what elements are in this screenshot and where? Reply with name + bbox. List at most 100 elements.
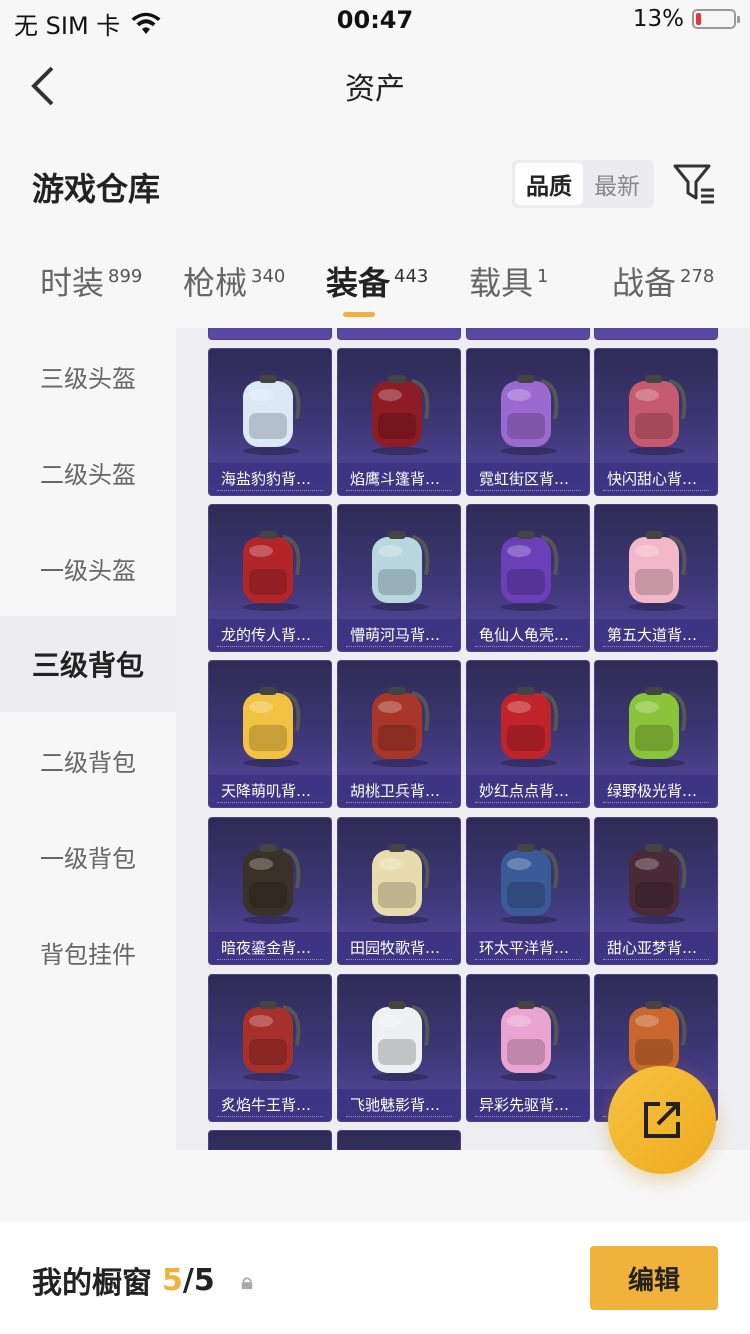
- item-card[interactable]: 炙焰牛王背…: [208, 974, 332, 1122]
- item-card-partial[interactable]: [208, 1130, 332, 1150]
- filter-button[interactable]: [672, 162, 716, 206]
- backpack-icon: [372, 375, 430, 455]
- backpack-icon: [629, 687, 687, 767]
- lock-icon: [241, 1277, 252, 1290]
- item-name: 炙焰牛王背…: [209, 1089, 331, 1121]
- edit-button[interactable]: 编辑: [590, 1246, 718, 1310]
- backpack-icon: [372, 687, 430, 767]
- battery-level: [696, 13, 701, 25]
- item-name: 绿野极光背…: [595, 775, 717, 807]
- tab-count: 278: [680, 266, 715, 287]
- battery-icon: [692, 9, 740, 29]
- backpack-icon: [501, 531, 559, 611]
- item-card-partial[interactable]: [208, 328, 332, 340]
- item-name: 妙红点点背…: [467, 775, 589, 807]
- tab-equipment[interactable]: 装备 443: [326, 258, 428, 304]
- showcase-label: 我的橱窗: [32, 1266, 152, 1301]
- share-icon: [644, 1102, 680, 1138]
- backpack-icon: [501, 844, 559, 924]
- backpack-icon: [501, 1001, 559, 1081]
- item-card[interactable]: 飞驰魅影背…: [337, 974, 461, 1122]
- item-card[interactable]: 焰鹰斗篷背…: [337, 348, 461, 496]
- tab-firearms[interactable]: 枪械 340: [183, 258, 285, 304]
- sidebar-item-helmet-3[interactable]: 三级头盔: [0, 328, 176, 424]
- item-name: 飞驰魅影背…: [338, 1089, 460, 1121]
- battery-group: 13%: [632, 6, 740, 32]
- sidebar-item-backpack-1[interactable]: 一级背包: [0, 808, 176, 904]
- filter-icon: [673, 164, 714, 204]
- sidebar-item-backpack-charm[interactable]: 背包挂件: [0, 904, 176, 1000]
- subcategory-sidebar: 三级头盔 二级头盔 一级头盔 三级背包 二级背包 一级背包 背包挂件: [0, 328, 176, 1150]
- item-card[interactable]: 快闪甜心背…: [594, 348, 718, 496]
- item-name: 异彩先驱背…: [467, 1089, 589, 1121]
- item-card[interactable]: 海盐豹豹背…: [208, 348, 332, 496]
- backpack-icon: [629, 375, 687, 455]
- tab-count: 1: [537, 266, 549, 287]
- item-card-partial[interactable]: [466, 328, 590, 340]
- item-name: 田园牧歌背…: [338, 932, 460, 964]
- item-name: 天降萌叽背…: [209, 775, 331, 807]
- item-name: 第五大道背…: [595, 619, 717, 651]
- sidebar-item-backpack-3[interactable]: 三级背包: [0, 616, 176, 712]
- item-card[interactable]: 绿野极光背…: [594, 660, 718, 808]
- item-card[interactable]: 异彩先驱背…: [466, 974, 590, 1122]
- sort-quality-button[interactable]: 品质: [515, 163, 583, 205]
- item-card-partial[interactable]: [594, 328, 718, 340]
- category-tabs: 时装 899 枪械 340 装备 443 载具 1 战备 278: [0, 258, 750, 318]
- tab-gear[interactable]: 战备 278: [612, 258, 714, 304]
- share-button[interactable]: [608, 1066, 716, 1174]
- item-card[interactable]: 暗夜鎏金背…: [208, 817, 332, 965]
- backpack-icon: [243, 1001, 301, 1081]
- tab-label: 战备: [612, 264, 677, 302]
- backpack-icon: [372, 1001, 430, 1081]
- tab-fashion[interactable]: 时装 899: [40, 258, 142, 304]
- tab-label: 载具: [469, 264, 534, 302]
- item-name: 快闪甜心背…: [595, 463, 717, 495]
- active-tab-indicator: [343, 312, 375, 317]
- item-card[interactable]: 懵萌河马背…: [337, 504, 461, 652]
- item-card-partial[interactable]: [337, 1130, 461, 1150]
- tab-count: 340: [251, 266, 286, 287]
- item-name: 胡桃卫兵背…: [338, 775, 460, 807]
- item-card[interactable]: 霓虹街区背…: [466, 348, 590, 496]
- item-card[interactable]: 龟仙人龟壳…: [466, 504, 590, 652]
- tab-label: 枪械: [183, 264, 248, 302]
- item-card[interactable]: 环太平洋背…: [466, 817, 590, 965]
- sidebar-item-helmet-2[interactable]: 二级头盔: [0, 424, 176, 520]
- battery-percent: 13%: [632, 6, 684, 32]
- backpack-icon: [243, 375, 301, 455]
- backpack-icon: [243, 531, 301, 611]
- tab-vehicles[interactable]: 载具 1: [469, 258, 548, 304]
- item-card[interactable]: 第五大道背…: [594, 504, 718, 652]
- item-card[interactable]: 甜心亚梦背…: [594, 817, 718, 965]
- backpack-icon: [243, 687, 301, 767]
- nav-bar: 资产: [0, 50, 750, 120]
- page-title: 资产: [345, 72, 405, 107]
- backpack-icon: [372, 844, 430, 924]
- sidebar-item-backpack-2[interactable]: 二级背包: [0, 712, 176, 808]
- item-name: 环太平洋背…: [467, 932, 589, 964]
- bottom-bar: 我的橱窗 5/5 编辑: [0, 1222, 750, 1334]
- sort-toggle: 品质 最新: [512, 160, 654, 208]
- showcase-summary: 我的橱窗 5/5: [32, 1258, 255, 1302]
- item-name: 甜心亚梦背…: [595, 932, 717, 964]
- backpack-icon: [629, 531, 687, 611]
- item-card[interactable]: 天降萌叽背…: [208, 660, 332, 808]
- item-card[interactable]: 田园牧歌背…: [337, 817, 461, 965]
- tab-count: 443: [394, 266, 429, 287]
- tab-label: 装备: [326, 264, 391, 302]
- item-card[interactable]: 龙的传人背…: [208, 504, 332, 652]
- item-name: 暗夜鎏金背…: [209, 932, 331, 964]
- showcase-current: 5: [162, 1262, 183, 1298]
- item-card-partial[interactable]: [337, 328, 461, 340]
- tab-label: 时装: [40, 264, 105, 302]
- backpack-icon: [501, 687, 559, 767]
- item-card[interactable]: 胡桃卫兵背…: [337, 660, 461, 808]
- item-card[interactable]: 妙红点点背…: [466, 660, 590, 808]
- item-name: 懵萌河马背…: [338, 619, 460, 651]
- sort-latest-button[interactable]: 最新: [583, 163, 651, 205]
- sidebar-item-helmet-1[interactable]: 一级头盔: [0, 520, 176, 616]
- item-name: 焰鹰斗篷背…: [338, 463, 460, 495]
- showcase-count: 5/5: [162, 1263, 215, 1298]
- section-title: 游戏仓库: [32, 170, 161, 208]
